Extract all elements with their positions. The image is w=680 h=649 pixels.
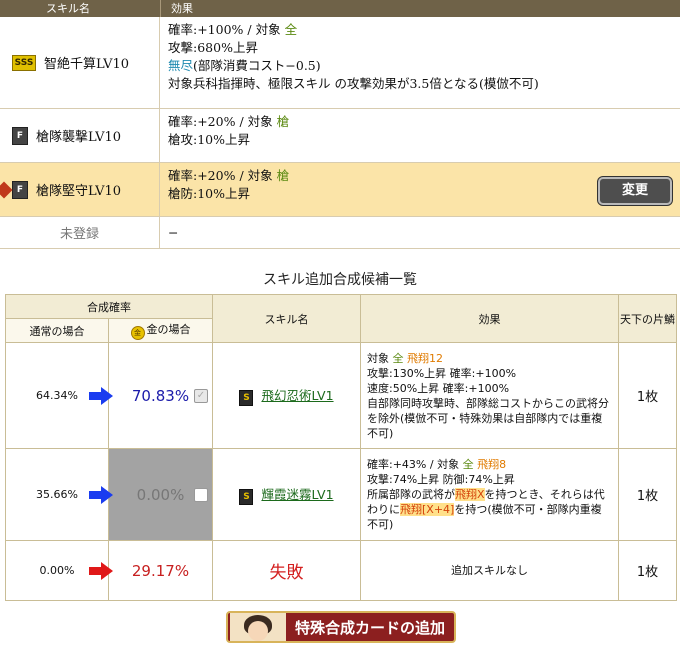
effect-line: 速度:50%上昇 確率:+100% bbox=[367, 381, 510, 395]
gold-rate-cell: 0.00% bbox=[89, 448, 213, 541]
skill-name: 槍隊堅守LV10 bbox=[36, 184, 122, 199]
candidate-row-2: 35.66% 0.00% S 輝霞迷霧LV1 確率:+43% / 対象 全 飛翔8… bbox=[5, 448, 677, 541]
character-portrait bbox=[230, 613, 286, 641]
header-rate: 合成確率 bbox=[5, 294, 213, 319]
rank-badge: F bbox=[12, 180, 28, 199]
header-gold: 金金の場合 bbox=[108, 318, 213, 343]
special-button-label: 特殊合成カードの追加 bbox=[294, 618, 445, 637]
effect-line: 所属部隊の武将が飛翔Xを持つとき、それらは代わりに飛翔[X+4]を持つ(模倣不可… bbox=[367, 488, 605, 531]
skill-link[interactable]: 飛幻忍術LV1 bbox=[261, 388, 333, 403]
rank-badge: SSS bbox=[12, 54, 36, 71]
skill-effect: 追加スキルなし bbox=[360, 540, 619, 601]
equipped-skill-table: スキル名 効果 SSS 智絶千算LV10 確率:+100% / 対象 全 攻撃:… bbox=[0, 0, 680, 249]
skill-name-cell: F 槍隊襲撃LV10 bbox=[0, 109, 160, 162]
change-button[interactable]: 変更 bbox=[598, 177, 672, 205]
header-effect: 効果 bbox=[160, 0, 680, 17]
header-normal: 通常の場合 bbox=[5, 318, 109, 343]
skill-name: 未登録 bbox=[0, 217, 160, 248]
skill-row-4-empty: 未登録 − bbox=[0, 217, 680, 249]
effect-line: 攻撃:130%上昇 確率:+100% bbox=[367, 366, 517, 380]
piece-count: 1枚 bbox=[618, 342, 677, 449]
skill-row-3-selected[interactable]: F 槍隊堅守LV10 確率:+20% / 対象 槍 槍防:10%上昇 変更 bbox=[0, 163, 680, 217]
red-arrow-icon bbox=[89, 561, 113, 580]
header-effect: 効果 bbox=[360, 294, 619, 343]
skill-effect: − bbox=[168, 225, 179, 240]
add-special-card-button[interactable]: 特殊合成カードの追加 bbox=[226, 611, 456, 643]
skill-effect: 確率:+100% / 対象 全 攻撃:680%上昇 無尽(部隊消費コスト−0.5… bbox=[160, 17, 680, 108]
gold-rate: 29.17% bbox=[131, 561, 190, 580]
skill-name-cell: F 槍隊堅守LV10 bbox=[0, 163, 160, 216]
blue-arrow-icon bbox=[89, 386, 113, 405]
effect-line: 確率:+20% / 対象 槍 bbox=[168, 168, 290, 183]
candidate-table: 合成確率 スキル名 効果 天下の片鱗 通常の場合 金金の場合 64.34% 70… bbox=[5, 294, 677, 601]
candidate-row-3: 0.00% 29.17% 失敗 追加スキルなし 1枚 bbox=[5, 540, 677, 601]
skill-effect: 対象 全 飛翔12 攻撃:130%上昇 確率:+100% 速度:50%上昇 確率… bbox=[360, 342, 619, 449]
effect-line: 対象 全 飛翔12 bbox=[367, 351, 443, 365]
fail-label: 失敗 bbox=[212, 540, 361, 601]
skill-row-1: SSS 智絶千算LV10 確率:+100% / 対象 全 攻撃:680%上昇 無… bbox=[0, 17, 680, 109]
skill-name-cell: SSS 智絶千算LV10 bbox=[0, 17, 160, 108]
gold-rate-cell: 70.83% ✓ bbox=[89, 342, 213, 449]
effect-line: 攻撃:74%上昇 防御:74%上昇 bbox=[367, 473, 515, 486]
rank-badge: F bbox=[12, 126, 28, 145]
skill-effect: 確率:+43% / 対象 全 飛翔8 攻撃:74%上昇 防御:74%上昇 所属部… bbox=[360, 448, 619, 541]
skill-cell: S 輝霞迷霧LV1 bbox=[212, 448, 361, 541]
gold-rate-cell: 29.17% bbox=[89, 540, 213, 601]
effect-line: 確率:+43% / 対象 全 飛翔8 bbox=[367, 458, 507, 471]
skill-name: 槍隊襲撃LV10 bbox=[36, 130, 122, 145]
effect-line: 確率:+100% / 対象 全 bbox=[168, 22, 298, 37]
effect-line: 自部隊同時攻撃時、部隊総コストからこの武将分を除外(模倣不可・特殊効果は自部隊内… bbox=[367, 396, 609, 440]
skill-name: 智絶千算LV10 bbox=[44, 57, 130, 72]
blue-arrow-icon bbox=[89, 485, 113, 504]
gold-coin-icon: 金 bbox=[130, 326, 145, 340]
effect-line: 攻撃:680%上昇 bbox=[168, 40, 258, 55]
header-skill: スキル名 bbox=[212, 294, 361, 343]
skill-row-2: F 槍隊襲撃LV10 確率:+20% / 対象 槍 槍攻:10%上昇 bbox=[0, 109, 680, 163]
effect-line: 槍攻:10%上昇 bbox=[168, 132, 250, 147]
candidate-row-1: 64.34% 70.83% ✓ S 飛幻忍術LV1 対象 全 飛翔12 攻撃:13… bbox=[5, 342, 677, 449]
gold-checkbox[interactable] bbox=[194, 487, 208, 502]
skill-effect: 確率:+20% / 対象 槍 槍攻:10%上昇 bbox=[160, 109, 680, 162]
piece-count: 1枚 bbox=[618, 540, 677, 601]
skill-link[interactable]: 輝霞迷霧LV1 bbox=[261, 487, 333, 502]
header-count: 天下の片鱗 bbox=[618, 294, 677, 343]
rank-badge: S bbox=[239, 489, 254, 505]
header-skill-name: スキル名 bbox=[46, 2, 90, 15]
effect-line: 槍防:10%上昇 bbox=[168, 186, 250, 201]
rank-badge: S bbox=[239, 390, 254, 406]
gold-checkbox[interactable]: ✓ bbox=[194, 388, 208, 403]
skill-cell: S 飛幻忍術LV1 bbox=[212, 342, 361, 449]
effect-line: 確率:+20% / 対象 槍 bbox=[168, 114, 290, 129]
effect-line: 対象兵科指揮時、極限スキル の攻撃効果が3.5倍となる(模倣不可) bbox=[168, 76, 539, 91]
piece-count: 1枚 bbox=[618, 448, 677, 541]
effect-line: 無尽(部隊消費コスト−0.5) bbox=[168, 58, 321, 73]
candidate-list-title: スキル追加合成候補一覧 bbox=[263, 272, 417, 288]
skill-table-header: スキル名 効果 bbox=[0, 0, 680, 17]
